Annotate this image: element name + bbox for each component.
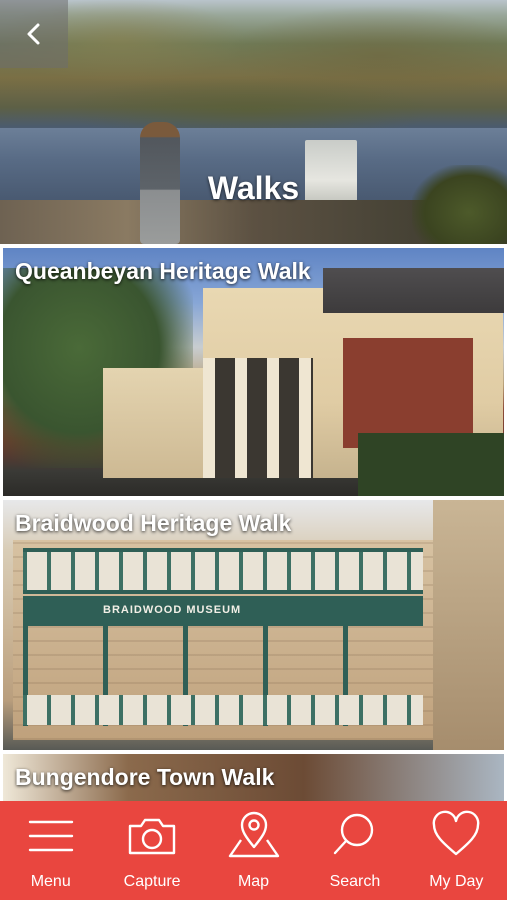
hero-hills [0,0,507,140]
hero-banner: Walks [0,0,507,244]
chevron-left-icon [27,23,40,45]
card-image-pillars [203,358,313,478]
walk-card-bungendore[interactable]: Bungendore Town Walk [3,754,504,804]
menu-icon [28,820,73,852]
tab-map[interactable]: Map [203,801,304,900]
tab-search[interactable]: Search [304,801,405,900]
tab-capture[interactable]: Capture [101,801,202,900]
tab-menu[interactable]: Menu [0,801,101,900]
tab-label: Map [237,873,270,890]
back-button[interactable] [0,0,68,68]
page-title: Walks [207,170,300,206]
card-image-balcony [23,548,423,594]
walk-card-queanbeyan[interactable]: Queanbeyan Heritage Walk [3,248,504,496]
card-image-hedge [358,433,504,496]
tab-label: Search [329,873,381,890]
card-image-brick [343,338,473,448]
walk-card-braidwood[interactable]: BRAIDWOOD MUSEUM Braidwood Heritage Walk [3,500,504,750]
museum-sign: BRAIDWOOD MUSEUM [103,604,242,616]
walk-card-title: Bungendore Town Walk [15,764,275,790]
card-image-side-building [433,500,504,750]
camera-icon [128,818,176,855]
walk-card-title: Queanbeyan Heritage Walk [15,258,311,284]
card-image-building [103,368,213,478]
walk-card-title: Braidwood Heritage Walk [15,510,292,536]
tab-label: Menu [30,873,71,890]
search-icon [333,813,374,855]
map-pin-icon [228,811,279,858]
tab-my-day[interactable]: My Day [406,801,507,900]
tab-label: Capture [123,873,181,890]
card-image-railing [23,695,423,725]
bottom-tab-bar: Menu Capture Map Search My Day [0,801,507,900]
tab-label: My Day [429,873,484,890]
heart-icon [432,810,480,856]
card-image-roof [323,268,504,313]
